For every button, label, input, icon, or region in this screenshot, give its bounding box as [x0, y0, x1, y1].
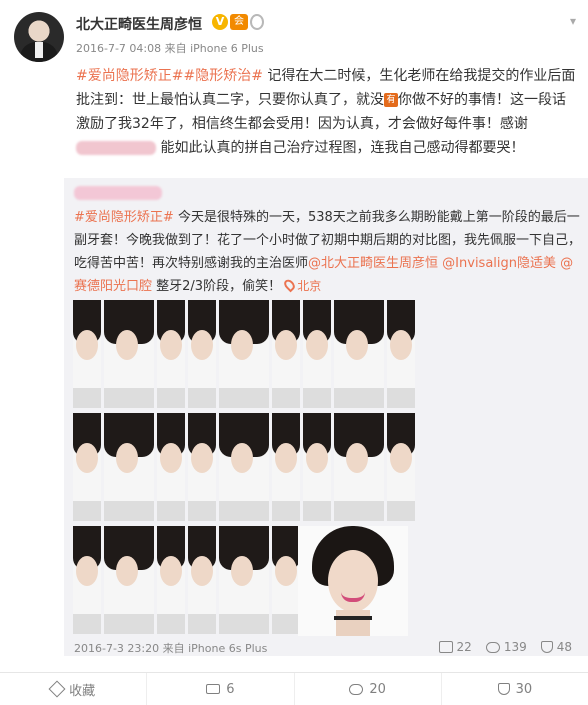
- photo-thumbnail[interactable]: [157, 526, 185, 634]
- mention-link[interactable]: @北大正畸医生周彦恒: [308, 256, 438, 271]
- photo-thumbnail[interactable]: [157, 413, 185, 521]
- emoji-icon: 有: [384, 93, 398, 107]
- hashtag[interactable]: #爱尚隐形矫正#: [74, 210, 174, 225]
- repost-card: #爱尚隐形矫正# 今天是很特殊的一天，538天之前我多么期盼能戴上第一阶段的最后…: [64, 178, 588, 656]
- action-bar: 收藏 6 20 30: [0, 672, 588, 705]
- photo-thumbnail[interactable]: [303, 300, 331, 408]
- comment-button[interactable]: 20: [293, 673, 441, 705]
- thumbs-up-icon: [497, 683, 510, 695]
- repost-footer: 2016-7-3 23:20 来自 iPhone 6s Plus 22 139 …: [74, 640, 582, 655]
- hashtag[interactable]: #隐形矫治#: [183, 68, 262, 84]
- photo-thumbnail[interactable]: [219, 413, 269, 521]
- favorite-button[interactable]: 收藏: [0, 673, 146, 705]
- repost-author-redacted: [74, 186, 162, 200]
- photo-thumbnail[interactable]: [303, 413, 331, 521]
- author-name[interactable]: 北大正畸医生周彦恒: [76, 14, 202, 34]
- photo-thumbnail[interactable]: [272, 300, 300, 408]
- post-meta: 2016-7-7 04:08 来自 iPhone 6 Plus: [76, 42, 264, 55]
- favorite-label: 收藏: [69, 683, 96, 699]
- comment-icon: [485, 641, 500, 653]
- photo-thumbnail[interactable]: [104, 526, 154, 634]
- photo-thumbnail[interactable]: [272, 526, 300, 634]
- share-count: 6: [226, 681, 235, 697]
- mention-link[interactable]: @Invisalign隐适美: [442, 256, 556, 271]
- photo-grid: [73, 300, 415, 636]
- hashtag[interactable]: #爱尚隐形矫正#: [76, 68, 183, 84]
- share-icon: [206, 684, 221, 694]
- post-text: #爱尚隐形矫正##隐形矫治# 记得在大二时候，生化老师在给我提交的作业后面批注到…: [76, 64, 576, 160]
- like-count: 30: [515, 681, 533, 697]
- photo-thumbnail[interactable]: [219, 526, 269, 634]
- comment-count: 139: [503, 640, 527, 654]
- redacted-mention: [76, 141, 156, 155]
- location-label: 北京: [297, 279, 322, 293]
- location-link[interactable]: 北京: [282, 277, 322, 293]
- repost-like-button[interactable]: 48: [540, 640, 572, 654]
- photo-thumbnail[interactable]: [272, 413, 300, 521]
- photo-thumbnail[interactable]: [334, 300, 384, 408]
- like-count: 48: [556, 640, 572, 654]
- share-button[interactable]: 6: [146, 673, 293, 705]
- repost-text-2: 整牙2/3阶段，偷笑！: [156, 279, 282, 294]
- star-icon: [48, 680, 66, 698]
- verified-icon: V: [212, 14, 228, 30]
- repost-meta: 2016-7-3 23:20 来自 iPhone 6s Plus: [74, 642, 268, 655]
- photo-thumbnail[interactable]: [387, 413, 415, 521]
- photo-thumbnail[interactable]: [104, 300, 154, 408]
- photo-thumbnail[interactable]: [104, 413, 154, 521]
- vip-icon: 会: [230, 14, 248, 30]
- photo-thumbnail[interactable]: [334, 413, 384, 521]
- repost-count: 22: [456, 640, 472, 654]
- location-pin-icon: [282, 277, 298, 293]
- photo-thumbnail[interactable]: [73, 526, 101, 634]
- chevron-down-icon[interactable]: ▾: [570, 14, 576, 28]
- repost-comment-button[interactable]: 139: [485, 640, 527, 654]
- photo-thumbnail[interactable]: [188, 413, 216, 521]
- comment-icon: [349, 683, 364, 695]
- photo-large[interactable]: [298, 526, 408, 636]
- photo-thumbnail[interactable]: [157, 300, 185, 408]
- photo-thumbnail[interactable]: [219, 300, 269, 408]
- comment-count: 20: [369, 681, 386, 697]
- medal-icon: [250, 14, 264, 30]
- photo-thumbnail[interactable]: [188, 300, 216, 408]
- photo-thumbnail[interactable]: [387, 300, 415, 408]
- post-header: 北大正畸医生周彦恒 V 会 ▾ 2016-7-7 04:08 来自 iPhone…: [0, 0, 588, 62]
- photo-thumbnail[interactable]: [188, 526, 216, 634]
- post-text-3: 能如此认真的拼自己治疗过程图，连我自己感动得都要哭！: [160, 140, 525, 156]
- photo-thumbnail[interactable]: [73, 413, 101, 521]
- photo-thumbnail[interactable]: [73, 300, 101, 408]
- repost-share-button[interactable]: 22: [438, 640, 472, 654]
- repost-text: #爱尚隐形矫正# 今天是很特殊的一天，538天之前我多么期盼能戴上第一阶段的最后…: [74, 206, 582, 298]
- thumbs-up-icon: [540, 641, 553, 653]
- avatar[interactable]: [14, 12, 64, 62]
- like-button[interactable]: 30: [440, 673, 588, 705]
- share-icon: [438, 641, 453, 653]
